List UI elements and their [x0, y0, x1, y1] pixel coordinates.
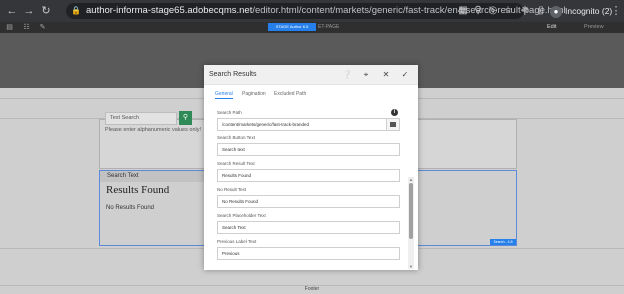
validation-hint: Please enter alphanumeric values only! [105, 127, 202, 133]
scroll-thumb[interactable] [409, 183, 413, 239]
previous-label-text-label: Previous Label Text [217, 239, 257, 244]
no-result-text-label: No Result Text [217, 187, 247, 192]
profile-label: Incognito (2) [565, 6, 613, 16]
forward-icon[interactable]: → [22, 4, 36, 18]
incognito-indicator[interactable]: ● Incognito (2) [550, 4, 614, 18]
info-icon[interactable]: i [391, 109, 398, 116]
search-page-icon[interactable]: ⚲ [471, 4, 485, 18]
dialog-title: Search Results [209, 71, 257, 78]
url-host: author-informa-stage65.adobecqms.net [86, 5, 253, 16]
previous-label-text-field[interactable]: Previous [217, 247, 400, 260]
no-results-text: No Results Found [106, 205, 155, 211]
eye-off-icon[interactable]: ◎ [486, 4, 500, 18]
fullscreen-icon[interactable]: ⌖ [360, 69, 372, 81]
done-icon[interactable]: ✓ [399, 69, 411, 81]
annotate-icon[interactable]: ✎ [38, 22, 47, 33]
dialog-tabs: General Pagination Excluded Path [204, 85, 418, 102]
preview-button[interactable]: Preview [584, 22, 604, 33]
lock-icon: 🔒 [71, 6, 81, 15]
folder-icon [390, 122, 396, 127]
dialog-scrollbar[interactable]: ▲ ▼ [408, 177, 414, 269]
results-title: Results Found [106, 184, 170, 196]
page-search-button[interactable]: ⚲ [179, 111, 192, 125]
reload-icon[interactable]: ↻ [39, 4, 53, 18]
star-icon[interactable]: ☆ [501, 4, 515, 18]
search-placeholder-text-label: Search Placeholder Text [217, 213, 266, 218]
qr-code-icon[interactable]: ▦ [456, 4, 470, 18]
environment-badge: STAGE Author 6.5 [268, 23, 316, 31]
page-search-input[interactable]: Text Search [105, 112, 177, 125]
component-chip: Search - 4.8 [490, 239, 516, 245]
no-result-text-field[interactable]: No Results Found [217, 195, 400, 208]
side-panel-icon[interactable]: ▤ [5, 22, 14, 33]
search-button-text-label: Search Button Text [217, 135, 255, 140]
path-browser-button[interactable] [386, 118, 400, 131]
back-icon[interactable]: ← [5, 4, 19, 18]
browser-toolbar: ← → ↻ 🔒 author-informa-stage65.adobecqms… [0, 0, 624, 22]
search-result-text-field[interactable]: Results Found [217, 169, 400, 182]
sidebar-icon[interactable]: ▯ [534, 4, 548, 18]
dialog-header: Search Results ❔ ⌖ ✕ ✓ [204, 65, 418, 85]
search-result-text-label: Search Result Text [217, 161, 255, 166]
edit-mode-button[interactable]: Edit [547, 22, 556, 33]
tab-excluded-path[interactable]: Excluded Path [274, 90, 306, 98]
editor-toolbar: ▤ ☷ ✎ STAGE Author 6.5 ET-PAGE Edit Prev… [0, 22, 624, 33]
scroll-up-icon[interactable]: ▲ [408, 177, 414, 182]
footer-label: Footer [304, 286, 320, 292]
search-path-field[interactable]: /content/markets/generic/fast-track-bran… [217, 118, 387, 131]
menu-icon[interactable]: ⋮ [609, 4, 623, 18]
search-button-text-field[interactable]: Search text [217, 143, 400, 156]
help-icon[interactable]: ❔ [341, 69, 353, 81]
properties-icon[interactable]: ☷ [22, 22, 31, 33]
search-path-label: Search Path [217, 110, 242, 115]
incognito-icon: ● [550, 5, 562, 18]
tab-pagination[interactable]: Pagination [242, 90, 266, 98]
search-results-dialog: Search Results ❔ ⌖ ✕ ✓ General Paginatio… [204, 65, 418, 270]
search-icon: ⚲ [182, 114, 189, 121]
tab-general[interactable]: General [215, 90, 233, 99]
close-icon[interactable]: ✕ [380, 69, 392, 81]
search-placeholder-text-field[interactable]: Search Text [217, 221, 400, 234]
page-name: ET-PAGE [318, 24, 340, 30]
scroll-down-icon[interactable]: ▼ [408, 264, 414, 269]
extensions-icon[interactable]: ✵ [518, 4, 532, 18]
